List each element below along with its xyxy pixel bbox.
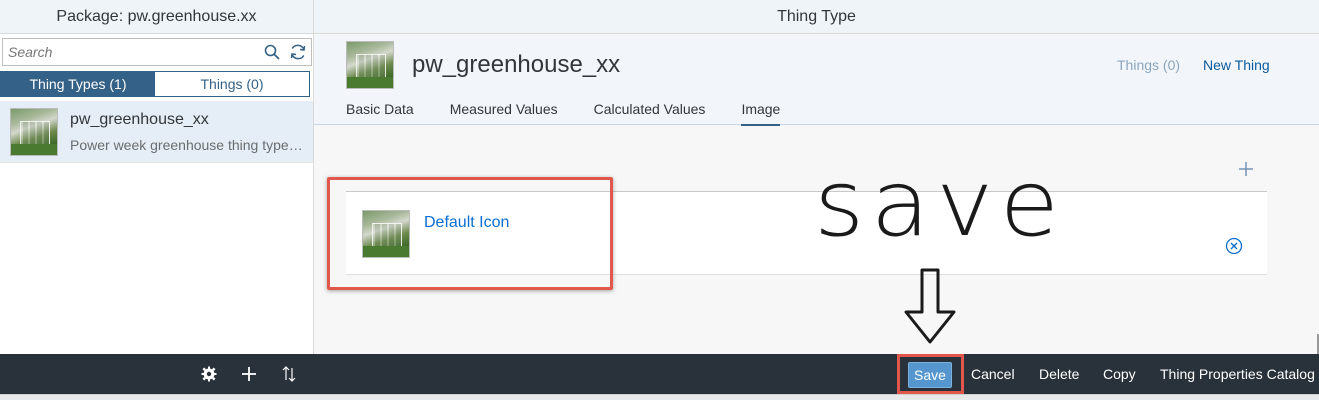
copy-button[interactable]: Copy xyxy=(1103,364,1136,384)
things-link[interactable]: Things (0) xyxy=(1117,57,1180,73)
default-icon-thumbnail xyxy=(362,210,410,258)
detail-footer: Save Cancel Delete Copy Thing Properties… xyxy=(314,354,1319,394)
greenhouse-thumbnail xyxy=(10,108,58,156)
delete-button[interactable]: Delete xyxy=(1039,364,1079,384)
master-footer xyxy=(0,354,314,394)
tab-basic-data[interactable]: Basic Data xyxy=(346,101,414,125)
image-label[interactable]: Default Icon xyxy=(424,214,509,232)
tab-bar: Basic Data Measured Values Calculated Va… xyxy=(346,101,816,126)
sort-icon[interactable] xyxy=(272,357,306,391)
tab-measured-values[interactable]: Measured Values xyxy=(450,101,558,125)
add-icon[interactable] xyxy=(232,357,266,391)
segment-thing-types[interactable]: Thing Types (1) xyxy=(1,72,155,96)
remove-icon[interactable] xyxy=(1224,236,1244,256)
master-pane: Package: pw.greenhouse.xx Thing Types (1… xyxy=(0,0,314,400)
tab-calculated-values[interactable]: Calculated Values xyxy=(594,101,706,125)
app-window: Package: pw.greenhouse.xx Thing Types (1… xyxy=(0,0,1319,400)
object-header: pw_greenhouse_xx Things (0) New Thing Ba… xyxy=(314,35,1319,126)
thing-properties-catalog-button[interactable]: Thing Properties Catalog xyxy=(1160,364,1315,384)
search-input[interactable] xyxy=(3,39,259,65)
list-type-segmented-button: Thing Types (1) Things (0) xyxy=(0,71,310,97)
segment-things[interactable]: Things (0) xyxy=(155,72,309,96)
search-field[interactable] xyxy=(2,38,312,66)
save-button[interactable]: Save xyxy=(908,362,952,388)
tab-image[interactable]: Image xyxy=(741,101,780,126)
object-title: pw_greenhouse_xx xyxy=(412,51,621,78)
object-thumbnail xyxy=(346,41,394,89)
add-image-icon[interactable] xyxy=(1234,157,1258,181)
refresh-icon[interactable] xyxy=(285,39,311,65)
save-annotation-text: save xyxy=(814,150,1066,257)
list-item-description: Power week greenhouse thing type for the… xyxy=(70,137,306,153)
package-header: Package: pw.greenhouse.xx xyxy=(0,0,313,34)
new-thing-link[interactable]: New Thing xyxy=(1203,57,1270,73)
list-item-title: pw_greenhouse_xx xyxy=(70,111,209,128)
settings-icon[interactable] xyxy=(192,357,226,391)
image-list-item[interactable]: Default Icon xyxy=(346,191,1267,275)
window-bottom-edge xyxy=(0,394,1319,400)
list-item[interactable]: pw_greenhouse_xx Power week greenhouse t… xyxy=(0,101,313,163)
cancel-button[interactable]: Cancel xyxy=(971,364,1015,384)
search-icon[interactable] xyxy=(259,39,285,65)
down-arrow-icon xyxy=(904,268,956,344)
detail-header: Thing Type xyxy=(314,0,1319,34)
